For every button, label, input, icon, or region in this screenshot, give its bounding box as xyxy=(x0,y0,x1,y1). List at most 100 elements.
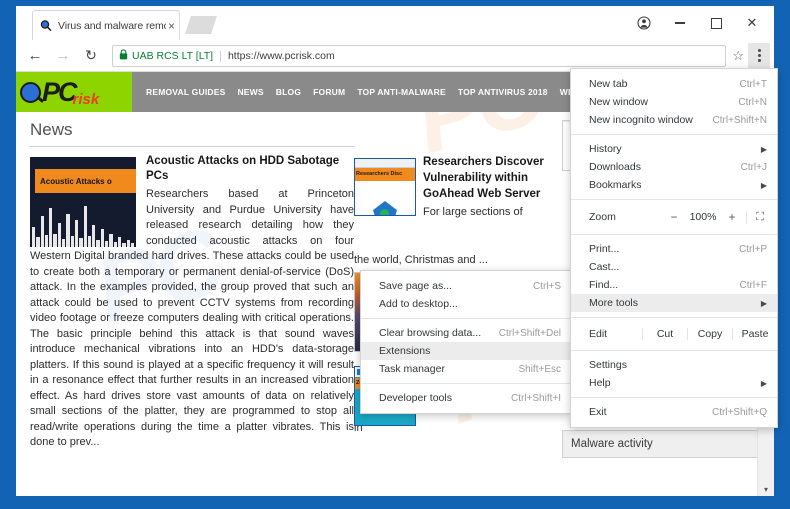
article-thumbnail[interactable]: Researchers Disc xyxy=(354,158,416,216)
menu-item-label: Cast... xyxy=(589,261,620,273)
maximize-button[interactable] xyxy=(698,6,734,40)
menu-item-shortcut: Ctrl+T xyxy=(739,78,768,90)
minimize-button[interactable] xyxy=(662,6,698,40)
zoom-out-button[interactable]: − xyxy=(664,210,684,224)
thumbnail-caption: Acoustic Attacks o xyxy=(40,176,112,186)
menu-item-find[interactable]: Find... Ctrl+F xyxy=(571,276,777,294)
fullscreen-button[interactable]: ⛶ xyxy=(746,210,773,224)
menu-item-edit: Edit Cut Copy Paste xyxy=(571,323,777,345)
tab-close-icon[interactable]: × xyxy=(168,20,175,32)
menu-separator xyxy=(361,383,571,384)
menu-item-zoom: Zoom − 100% + ⛶ xyxy=(571,205,777,229)
back-button[interactable]: ← xyxy=(22,43,48,69)
menu-item-task-manager[interactable]: Task manager Shift+Esc xyxy=(361,360,571,378)
site-logo[interactable]: PC risk xyxy=(16,72,132,112)
logo-pc-text: PC xyxy=(42,76,77,107)
menu-item-shortcut: Ctrl+Shift+I xyxy=(510,392,561,404)
menu-item-label: Help xyxy=(589,377,611,389)
article-thumbnail[interactable]: Acoustic Attacks o xyxy=(30,157,136,247)
nav-item-top-antivirus-2018[interactable]: TOP ANTIVIRUS 2018 xyxy=(458,87,548,97)
menu-item-shortcut: Ctrl+N xyxy=(738,96,767,108)
edit-label: Edit xyxy=(589,328,608,340)
forward-button[interactable]: → xyxy=(50,43,76,69)
cut-button[interactable]: Cut xyxy=(642,328,687,340)
menu-item-bookmarks[interactable]: Bookmarks ▶ xyxy=(571,176,777,194)
article-body-continued: the world, Christmas and ... xyxy=(354,254,488,266)
menu-item-label: Extensions xyxy=(379,345,431,357)
window-controls: ✕ xyxy=(626,6,770,40)
scroll-down-arrow-icon[interactable]: ▾ xyxy=(758,485,774,494)
bookmark-star-icon[interactable]: ☆ xyxy=(732,48,744,64)
menu-separator xyxy=(571,317,777,318)
menu-item-save-page-as[interactable]: Save page as... Ctrl+S xyxy=(361,277,571,295)
menu-item-help[interactable]: Help ▶ xyxy=(571,374,777,392)
menu-item-developer-tools[interactable]: Developer tools Ctrl+Shift+I xyxy=(361,389,571,407)
chevron-right-icon: ▶ xyxy=(760,144,767,154)
reload-button[interactable]: ↻ xyxy=(78,43,104,69)
window-bottom-strip xyxy=(16,496,774,502)
menu-item-new-tab[interactable]: New tab Ctrl+T xyxy=(571,75,777,93)
menu-item-more-tools[interactable]: More tools ▶ xyxy=(571,294,777,312)
thumbnail-caption: Researchers Disc xyxy=(356,171,403,177)
site-identity-label: UAB RCS LT [LT] xyxy=(132,49,214,62)
menu-item-downloads[interactable]: Downloads Ctrl+J xyxy=(571,158,777,176)
menu-separator xyxy=(571,134,777,135)
nav-item-top-anti-malware[interactable]: TOP ANTI-MALWARE xyxy=(357,87,446,97)
menu-item-history[interactable]: History ▶ xyxy=(571,140,777,158)
tab-strip: Virus and malware remo × ✕ xyxy=(16,6,774,40)
menu-item-label: New incognito window xyxy=(589,114,693,126)
chevron-right-icon: ▶ xyxy=(760,180,767,190)
menu-item-label: Add to desktop... xyxy=(379,298,458,310)
url-text: https://www.pcrisk.com xyxy=(227,49,335,62)
menu-item-shortcut: Ctrl+Shift+Q xyxy=(711,406,767,418)
menu-item-new-window[interactable]: New window Ctrl+N xyxy=(571,93,777,111)
desktop-background: Virus and malware remo × ✕ ← → ↻ UAB RCS… xyxy=(0,0,790,509)
chrome-main-menu: New tab Ctrl+T New window Ctrl+N New inc… xyxy=(570,68,778,428)
goahead-logo-icon xyxy=(373,201,397,215)
menu-item-clear-browsing-data[interactable]: Clear browsing data... Ctrl+Shift+Del xyxy=(361,324,571,342)
magnifier-icon xyxy=(39,19,53,33)
menu-item-label: History xyxy=(589,143,622,155)
browser-tab[interactable]: Virus and malware remo × xyxy=(32,10,180,40)
thumbnail-browser-bar xyxy=(355,159,415,168)
menu-item-shortcut: Shift+Esc xyxy=(518,363,561,375)
chevron-right-icon: ▶ xyxy=(760,378,767,388)
copy-button[interactable]: Copy xyxy=(687,328,732,340)
article-goahead-vulnerability[interactable]: Researchers Disc Researchers Discover Vu… xyxy=(354,154,554,221)
paste-button[interactable]: Paste xyxy=(732,328,777,340)
zoom-in-button[interactable]: + xyxy=(722,210,742,224)
menu-item-add-to-desktop[interactable]: Add to desktop... xyxy=(361,295,571,313)
new-tab-button[interactable] xyxy=(185,16,217,34)
menu-item-label: Settings xyxy=(589,359,627,371)
menu-item-new-incognito-window[interactable]: New incognito window Ctrl+Shift+N xyxy=(571,111,777,129)
menu-item-cast[interactable]: Cast... xyxy=(571,258,777,276)
menu-item-exit[interactable]: Exit Ctrl+Shift+Q xyxy=(571,403,777,421)
menu-item-shortcut: Ctrl+P xyxy=(738,243,767,255)
omnibox-separator: | xyxy=(219,49,222,62)
menu-item-label: More tools xyxy=(589,297,639,309)
menu-item-label: Print... xyxy=(589,243,620,255)
tab-title: Virus and malware remo xyxy=(58,19,166,32)
article-acoustic-attacks[interactable]: Acoustic Attacks o Acoustic Attacks on H… xyxy=(30,154,354,451)
menu-separator xyxy=(571,350,777,351)
chrome-menu-button[interactable] xyxy=(748,42,770,69)
malware-activity-title: Malware activity xyxy=(563,431,759,457)
menu-item-label: New window xyxy=(589,96,648,108)
menu-item-label: Find... xyxy=(589,279,619,291)
menu-item-label: Task manager xyxy=(379,363,445,375)
menu-item-label: New tab xyxy=(589,78,628,90)
waveform-graphic xyxy=(30,203,136,247)
nav-item-blog[interactable]: BLOG xyxy=(276,87,301,97)
profile-icon[interactable] xyxy=(626,6,662,40)
malware-activity-panel: Malware activity xyxy=(562,430,760,458)
menu-item-settings[interactable]: Settings xyxy=(571,356,777,374)
menu-item-print[interactable]: Print... Ctrl+P xyxy=(571,240,777,258)
menu-item-label: Downloads xyxy=(589,161,641,173)
nav-item-removal-guides[interactable]: REMOVAL GUIDES xyxy=(146,87,225,97)
menu-item-extensions[interactable]: Extensions xyxy=(361,342,571,360)
nav-item-forum[interactable]: FORUM xyxy=(313,87,345,97)
more-tools-submenu: Save page as... Ctrl+S Add to desktop...… xyxy=(360,270,572,414)
close-window-button[interactable]: ✕ xyxy=(734,6,770,40)
nav-item-news[interactable]: NEWS xyxy=(237,87,263,97)
address-bar[interactable]: UAB RCS LT [LT] | https://www.pcrisk.com xyxy=(112,44,727,67)
